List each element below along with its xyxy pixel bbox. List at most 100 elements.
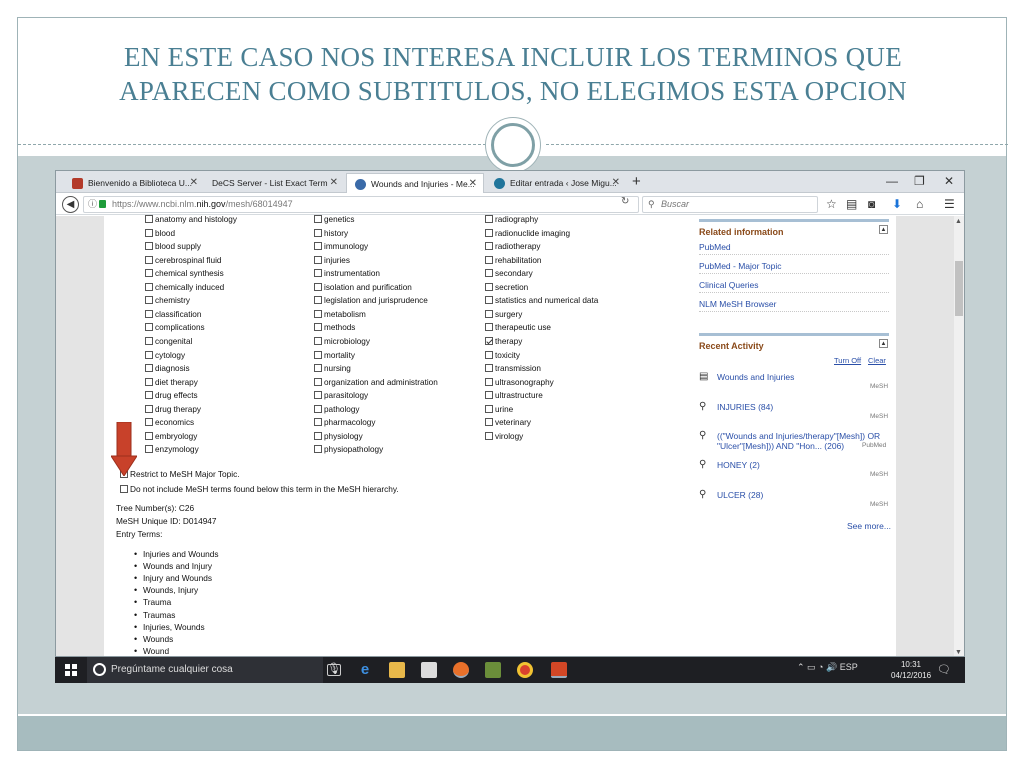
subheading-option[interactable]: embryology — [145, 431, 197, 442]
subheading-option[interactable]: blood supply — [145, 242, 201, 252]
subheading-option[interactable]: mortality — [314, 350, 355, 361]
do-not-include-option[interactable]: Do not include MeSH terms found below th… — [120, 484, 399, 494]
subheading-checkbox[interactable] — [145, 431, 153, 440]
do-not-include-checkbox[interactable] — [120, 485, 128, 493]
tab-wounds-active[interactable]: Wounds and Injuries - Me... ✕ — [346, 173, 484, 193]
subheading-checkbox[interactable] — [314, 350, 322, 359]
reload-icon[interactable]: ↻ — [621, 196, 629, 207]
link-pubmed[interactable]: PubMed — [699, 242, 731, 252]
subheading-checkbox[interactable] — [314, 364, 322, 373]
subheading-option[interactable]: radionuclide imaging — [485, 228, 570, 239]
cortana-search-box[interactable]: Pregúntame cualquier cosa 🎙 — [87, 657, 341, 683]
subheading-checkbox[interactable] — [314, 418, 322, 427]
subheading-checkbox[interactable] — [485, 269, 493, 278]
subheading-option[interactable]: classification — [145, 309, 201, 320]
pocket-icon[interactable]: ◙ — [868, 196, 875, 212]
subheading-checkbox[interactable] — [314, 404, 322, 413]
subheading-checkbox[interactable] — [145, 391, 153, 400]
subheading-checkbox[interactable] — [485, 215, 493, 223]
subheading-checkbox[interactable] — [145, 336, 153, 345]
subheading-checkbox[interactable] — [314, 215, 322, 223]
activity-item-query-line1[interactable]: (("Wounds and Injuries/therapy"[Mesh]) O… — [717, 431, 880, 441]
collapse-related-icon[interactable]: ▲ — [879, 225, 888, 234]
subheading-checkbox[interactable] — [145, 364, 153, 373]
subheading-checkbox[interactable] — [314, 269, 322, 278]
home-icon[interactable]: ⌂ — [916, 196, 923, 212]
subheading-option[interactable]: statistics and numerical data — [485, 296, 598, 306]
subheading-option[interactable]: genetics — [314, 215, 355, 225]
subheading-option[interactable]: chemistry — [145, 296, 190, 306]
subheading-option[interactable]: radiography — [485, 215, 538, 225]
close-icon[interactable]: ✕ — [469, 174, 477, 193]
activity-item-injuries[interactable]: INJURIES (84) — [717, 402, 773, 412]
subheading-option[interactable]: radiotherapy — [485, 242, 541, 252]
subheading-checkbox[interactable] — [485, 431, 493, 440]
subheading-option[interactable]: drug effects — [145, 391, 198, 401]
subheading-option[interactable]: chemically induced — [145, 282, 224, 293]
subheading-checkbox[interactable] — [314, 255, 322, 264]
subheading-option[interactable]: toxicity — [485, 350, 520, 361]
subheading-option[interactable]: enzymology — [145, 445, 199, 455]
subheading-option[interactable]: pathology — [314, 404, 360, 415]
subheading-option[interactable]: nursing — [314, 364, 351, 374]
clock[interactable]: 10:31 04/12/2016 — [891, 659, 931, 681]
link-clinical-queries[interactable]: Clinical Queries — [699, 280, 759, 290]
close-icon[interactable]: ✕ — [330, 173, 338, 193]
info-icon[interactable]: ⓘ — [88, 197, 97, 212]
link-pubmed-major[interactable]: PubMed - Major Topic — [699, 261, 782, 271]
edge-icon[interactable]: e — [357, 662, 373, 678]
subheading-option[interactable]: physiopathology — [314, 445, 383, 455]
language-indicator[interactable]: ESP — [840, 662, 858, 672]
subheading-option[interactable]: diagnosis — [145, 364, 190, 374]
store-icon[interactable] — [421, 662, 437, 678]
subheading-option[interactable]: surgery — [485, 309, 522, 320]
subheading-option[interactable]: veterinary — [485, 418, 531, 428]
subheading-option[interactable]: legislation and jurisprudence — [314, 296, 428, 306]
restrict-major-topic-option[interactable]: Restrict to MeSH Major Topic. — [120, 469, 240, 479]
close-icon[interactable]: ✕ — [612, 173, 620, 193]
window-close-icon[interactable]: ✕ — [944, 174, 954, 188]
subheading-option[interactable]: secondary — [485, 269, 533, 279]
bookmark-star-icon[interactable]: ☆ — [826, 196, 837, 212]
activity-item-honey[interactable]: HONEY (2) — [717, 460, 760, 470]
subheading-checkbox[interactable] — [314, 323, 322, 332]
scroll-down-icon[interactable]: ▼ — [955, 649, 962, 656]
activity-item-query-line2[interactable]: "Ulcer"[Mesh])) AND "Hon... (206) — [717, 441, 844, 451]
subheading-checkbox[interactable] — [145, 418, 153, 427]
subheading-checkbox[interactable] — [485, 228, 493, 237]
subheading-checkbox[interactable] — [145, 242, 153, 251]
subheading-checkbox[interactable] — [145, 445, 153, 454]
subheading-checkbox[interactable] — [314, 228, 322, 237]
scroll-up-icon[interactable]: ▲ — [955, 218, 962, 225]
system-tray[interactable]: ⌃ ▭ ◔ 🔊 ESP — [797, 662, 858, 673]
subheading-checkbox[interactable] — [314, 336, 322, 345]
subheading-checkbox[interactable] — [485, 336, 493, 345]
subheading-option[interactable]: urine — [485, 404, 513, 415]
subheading-checkbox[interactable] — [145, 309, 153, 318]
task-view-icon[interactable] — [327, 664, 341, 676]
back-button[interactable]: ◀ — [62, 196, 79, 213]
subheading-checkbox[interactable] — [485, 404, 493, 413]
search-input[interactable]: ⚲ Buscar — [642, 196, 818, 213]
firefox-icon[interactable] — [453, 662, 469, 678]
subheading-checkbox[interactable] — [314, 309, 322, 318]
subheading-option[interactable]: physiology — [314, 431, 363, 442]
link-nlm-mesh-browser[interactable]: NLM MeSH Browser — [699, 299, 776, 309]
subheading-option[interactable]: therapeutic use — [485, 323, 551, 333]
url-bar[interactable]: ⓘ https://www.ncbi.nlm.nih.gov/mesh/6801… — [83, 196, 639, 213]
subheading-option[interactable]: cytology — [145, 350, 185, 361]
clear-link[interactable]: Clear — [868, 356, 886, 365]
subheading-checkbox[interactable] — [145, 377, 153, 386]
subheading-checkbox[interactable] — [145, 282, 153, 291]
new-tab-button[interactable]: + — [632, 172, 641, 192]
subheading-option[interactable]: instrumentation — [314, 269, 380, 279]
subheading-checkbox[interactable] — [485, 364, 493, 373]
minimize-icon[interactable]: — — [886, 174, 898, 188]
tab-biblioteca[interactable]: Bienvenido a Biblioteca U... ✕ — [64, 173, 204, 193]
subheading-checkbox[interactable] — [485, 296, 493, 305]
subheading-option[interactable]: blood — [145, 228, 175, 239]
activity-item-ulcer[interactable]: ULCER (28) — [717, 490, 763, 500]
subheading-option[interactable]: therapy — [485, 336, 522, 347]
subheading-option[interactable]: drug therapy — [145, 404, 201, 415]
subheading-option[interactable]: congenital — [145, 336, 192, 347]
